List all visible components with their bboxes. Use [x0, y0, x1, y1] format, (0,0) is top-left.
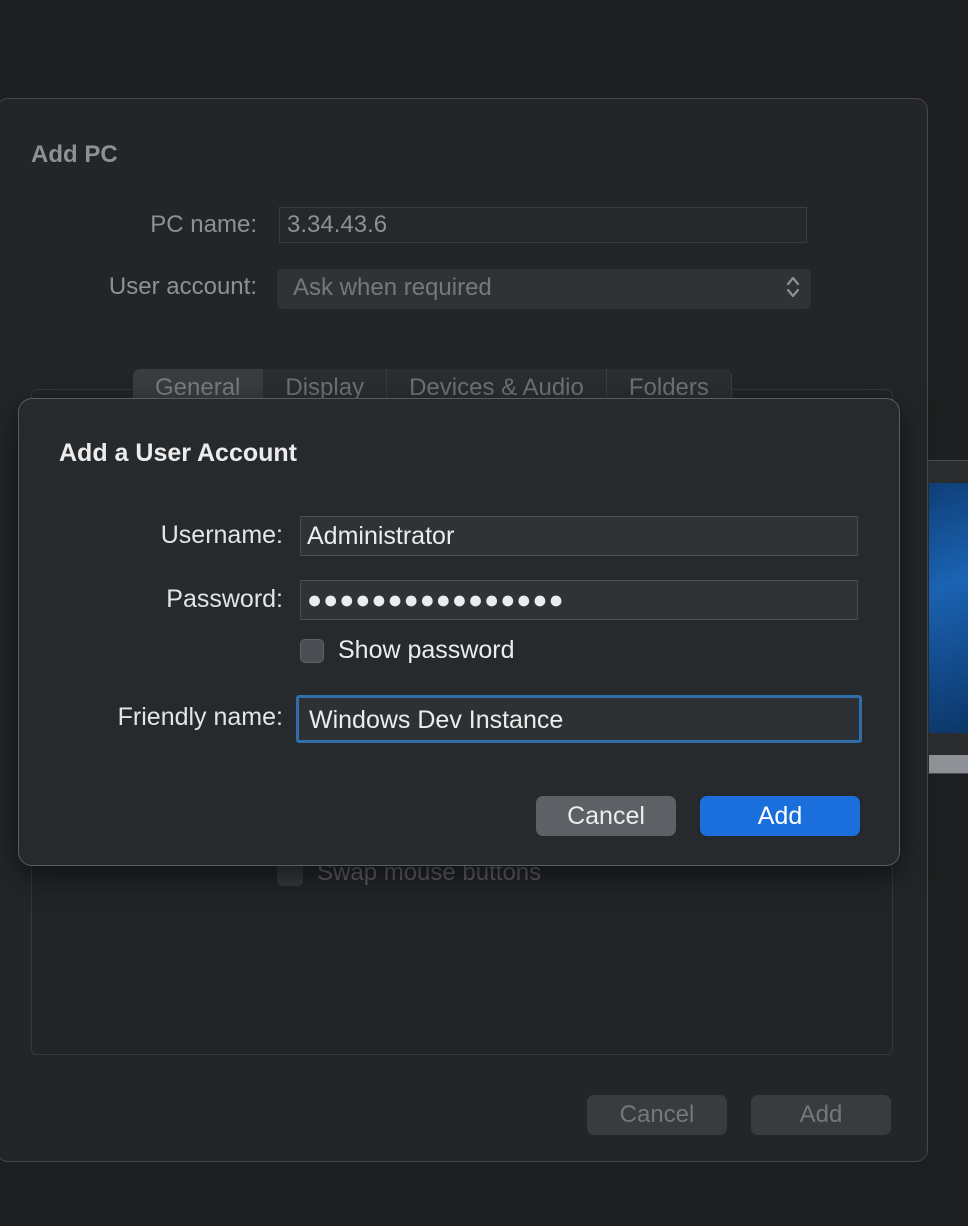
sheet-title: Add PC: [31, 141, 118, 168]
friendly-name-label: Friendly name:: [117, 703, 283, 731]
monitor-stand: [929, 755, 968, 773]
username-label: Username:: [160, 521, 283, 549]
dialog-add-button[interactable]: Add: [700, 796, 860, 836]
pc-name-label: PC name:: [150, 211, 257, 238]
show-password-row: Show password: [300, 636, 514, 665]
username-field[interactable]: Administrator: [300, 516, 858, 556]
chevron-up-down-icon: [785, 273, 801, 303]
user-account-select[interactable]: Ask when required: [277, 269, 811, 309]
dialog-cancel-button[interactable]: Cancel: [536, 796, 676, 836]
password-field[interactable]: ●●●●●●●●●●●●●●●●: [300, 580, 858, 620]
show-password-label: Show password: [338, 636, 515, 664]
dialog-title: Add a User Account: [59, 439, 298, 467]
user-account-label: User account:: [108, 273, 257, 300]
password-label: Password:: [166, 585, 283, 613]
user-account-value: Ask when required: [293, 274, 492, 301]
pc-name-field[interactable]: 3.34.43.6: [279, 207, 807, 243]
friendly-name-field[interactable]: Windows Dev Instance: [296, 695, 862, 743]
sheet-add-button[interactable]: Add: [751, 1095, 891, 1135]
show-password-checkbox[interactable]: [300, 638, 324, 663]
desktop-preview-image: [929, 483, 968, 733]
add-user-account-dialog: Add a User Account Username: Administrat…: [18, 398, 900, 866]
sheet-cancel-button[interactable]: Cancel: [587, 1095, 727, 1135]
